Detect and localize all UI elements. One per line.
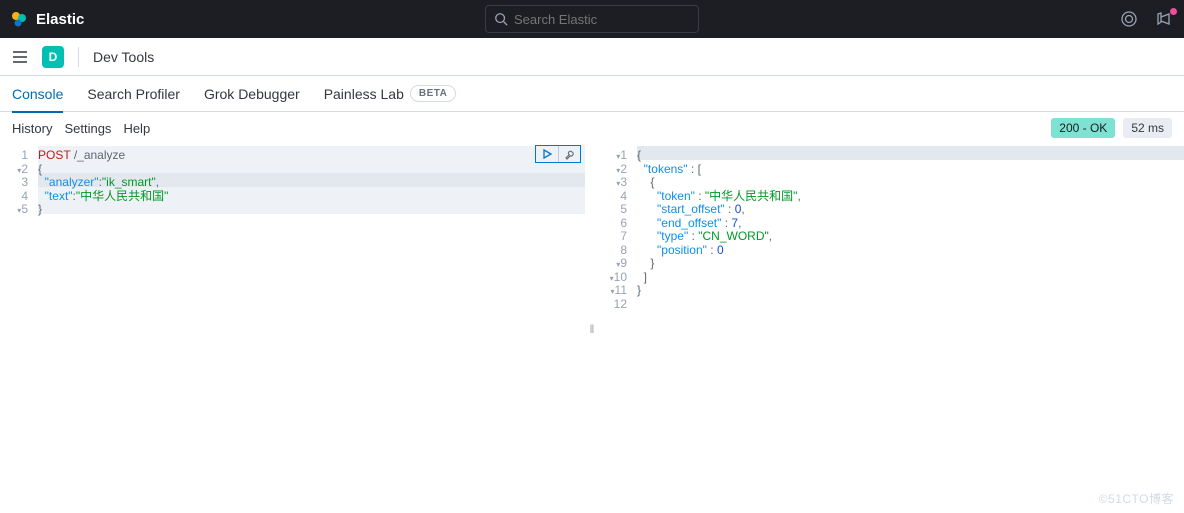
tab-painless-lab[interactable]: Painless Lab BETA — [324, 76, 457, 112]
request-editor[interactable]: POST /_analyze{ "analyzer":"ik_smart", "… — [34, 144, 585, 513]
brand-name: Elastic — [36, 11, 84, 28]
topbar: Elastic — [0, 0, 1184, 38]
sub-header: D Dev Tools — [0, 38, 1184, 76]
tab-label: Painless Lab — [324, 86, 404, 102]
tab-search-profiler[interactable]: Search Profiler — [87, 76, 180, 112]
notification-dot-icon — [1170, 8, 1177, 15]
response-viewer: { "tokens" : [ { "token" : "中华人民共和国", "s… — [633, 144, 1184, 513]
tab-label: Grok Debugger — [204, 86, 300, 102]
tab-label: Search Profiler — [87, 86, 180, 102]
search-input[interactable] — [514, 12, 690, 27]
global-search[interactable] — [485, 5, 699, 33]
help-link[interactable]: Help — [123, 121, 150, 136]
elastic-logo-icon — [10, 10, 28, 28]
tab-grok-debugger[interactable]: Grok Debugger — [204, 76, 300, 112]
latency-badge: 52 ms — [1123, 118, 1172, 138]
status-badge: 200 - OK — [1051, 118, 1115, 138]
send-request-icon[interactable] — [536, 146, 558, 162]
request-pane[interactable]: 1▾234▾5 POST /_analyze{ "analyzer":"ik_s… — [0, 144, 585, 513]
console-toolbar: History Settings Help 200 - OK 52 ms — [0, 112, 1184, 144]
beta-badge: BETA — [410, 85, 456, 102]
watermark: ©51CTO博客 — [1099, 490, 1174, 507]
space-selector[interactable]: D — [42, 46, 64, 68]
wrench-icon[interactable] — [558, 146, 580, 162]
response-pane[interactable]: ▾1▾2▾345678▾9▾10▾1112 { "tokens" : [ { "… — [599, 144, 1184, 513]
app-tabs: Console Search Profiler Grok Debugger Pa… — [0, 76, 1184, 112]
pane-splitter[interactable]: ‖ — [585, 144, 599, 513]
line-gutter: 1▾234▾5 — [0, 144, 34, 513]
help-icon[interactable] — [1120, 10, 1138, 28]
brand-area[interactable]: Elastic — [10, 10, 84, 28]
search-icon — [494, 12, 508, 26]
history-link[interactable]: History — [12, 121, 52, 136]
workspace: 1▾234▾5 POST /_analyze{ "analyzer":"ik_s… — [0, 144, 1184, 513]
tab-console[interactable]: Console — [12, 76, 63, 112]
newsfeed-icon[interactable] — [1156, 10, 1174, 28]
line-gutter: ▾1▾2▾345678▾9▾10▾1112 — [599, 144, 633, 513]
menu-toggle-icon[interactable] — [12, 50, 28, 64]
tab-label: Console — [12, 86, 63, 102]
breadcrumb[interactable]: Dev Tools — [93, 49, 154, 65]
divider — [78, 47, 79, 67]
settings-link[interactable]: Settings — [64, 121, 111, 136]
request-actions — [535, 145, 581, 163]
